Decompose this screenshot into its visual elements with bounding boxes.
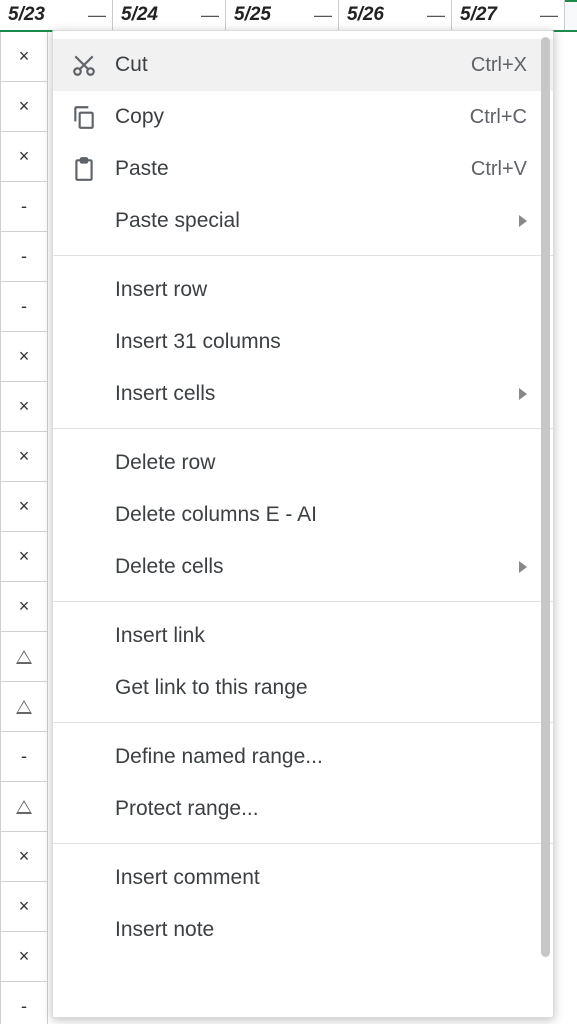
spreadsheet-cell[interactable]: × bbox=[1, 82, 47, 132]
header-date-label: 5/26 bbox=[347, 4, 384, 26]
menu-item-shortcut: Ctrl+V bbox=[471, 158, 527, 181]
spreadsheet-cell[interactable]: × bbox=[1, 482, 47, 532]
spreadsheet-cell[interactable]: × bbox=[1, 332, 47, 382]
menu-item-delete-row[interactable]: Delete row bbox=[53, 437, 553, 489]
menu-item-label: Insert comment bbox=[115, 866, 527, 890]
menu-item-label: Get link to this range bbox=[115, 676, 527, 700]
menu-item-label: Insert note bbox=[115, 918, 527, 942]
spreadsheet-cell[interactable]: - bbox=[1, 182, 47, 232]
spreadsheet-cell[interactable] bbox=[1, 682, 47, 732]
menu-item-get-link-to-this-range[interactable]: Get link to this range bbox=[53, 662, 553, 714]
menu-item-define-named-range[interactable]: Define named range... bbox=[53, 731, 553, 783]
menu-item-paste-special[interactable]: Paste special bbox=[53, 195, 553, 247]
spreadsheet-cell[interactable]: × bbox=[1, 532, 47, 582]
menu-item-delete-columns-e-ai[interactable]: Delete columns E - AI bbox=[53, 489, 553, 541]
menu-item-label: Insert cells bbox=[115, 382, 519, 406]
menu-item-label: Insert row bbox=[115, 278, 527, 302]
copy-icon bbox=[71, 104, 97, 130]
header-dash: — bbox=[88, 5, 106, 26]
menu-item-label: Paste special bbox=[115, 209, 519, 233]
menu-separator bbox=[53, 255, 553, 256]
menu-item-insert-31-columns[interactable]: Insert 31 columns bbox=[53, 316, 553, 368]
menu-item-label: Protect range... bbox=[115, 797, 527, 821]
menu-separator bbox=[53, 722, 553, 723]
menu-item-paste[interactable]: PasteCtrl+V bbox=[53, 143, 553, 195]
spreadsheet-cell[interactable]: × bbox=[1, 882, 47, 932]
header-date-cell[interactable]: 5/23 — bbox=[0, 0, 113, 30]
header-date-cell[interactable]: 5/25 — bbox=[226, 0, 339, 30]
header-date-cell[interactable]: 5/26 — bbox=[339, 0, 452, 30]
spreadsheet-cell[interactable]: × bbox=[1, 132, 47, 182]
menu-item-label: Insert 31 columns bbox=[115, 330, 527, 354]
spreadsheet-cell[interactable]: × bbox=[1, 432, 47, 482]
menu-separator bbox=[53, 601, 553, 602]
spreadsheet-cell[interactable] bbox=[1, 632, 47, 682]
menu-item-label: Paste bbox=[115, 157, 471, 181]
spreadsheet-left-column: ×××---××××××-×××--- bbox=[0, 32, 48, 1024]
cut-icon bbox=[71, 52, 115, 78]
spreadsheet-cell[interactable]: × bbox=[1, 32, 47, 82]
menu-item-shortcut: Ctrl+C bbox=[470, 106, 527, 129]
menu-separator bbox=[53, 428, 553, 429]
menu-item-label: Insert link bbox=[115, 624, 527, 648]
header-dash: — bbox=[201, 5, 219, 26]
header-dash: — bbox=[427, 5, 445, 26]
menu-item-label: Cut bbox=[115, 53, 471, 77]
spreadsheet-cell[interactable]: × bbox=[1, 932, 47, 982]
submenu-arrow-icon bbox=[519, 388, 527, 400]
menu-item-cut[interactable]: CutCtrl+X bbox=[53, 39, 553, 91]
copy-icon bbox=[71, 104, 115, 130]
context-menu-scrollbar[interactable] bbox=[541, 37, 550, 957]
spreadsheet-cell[interactable]: - bbox=[1, 282, 47, 332]
menu-item-protect-range[interactable]: Protect range... bbox=[53, 783, 553, 835]
triangle-icon bbox=[16, 700, 32, 714]
header-date-label: 5/25 bbox=[234, 4, 271, 26]
spreadsheet-cell[interactable]: - bbox=[1, 232, 47, 282]
menu-item-label: Delete cells bbox=[115, 555, 519, 579]
header-dash: — bbox=[314, 5, 332, 26]
spreadsheet-cell[interactable] bbox=[1, 782, 47, 832]
menu-item-label: Delete columns E - AI bbox=[115, 503, 527, 527]
spreadsheet-cell[interactable]: × bbox=[1, 582, 47, 632]
spreadsheet-header-row: 5/23 — 5/24 — 5/25 — 5/26 — 5/27 — bbox=[0, 0, 577, 32]
menu-item-insert-row[interactable]: Insert row bbox=[53, 264, 553, 316]
menu-item-label: Define named range... bbox=[115, 745, 527, 769]
menu-item-copy[interactable]: CopyCtrl+C bbox=[53, 91, 553, 143]
header-date-label: 5/24 bbox=[121, 4, 158, 26]
menu-item-insert-comment[interactable]: Insert comment bbox=[53, 852, 553, 904]
context-menu: CutCtrl+XCopyCtrl+CPasteCtrl+VPaste spec… bbox=[52, 30, 554, 1018]
menu-item-label: Delete row bbox=[115, 451, 527, 475]
header-date-label: 5/27 bbox=[460, 4, 497, 26]
paste-icon bbox=[71, 156, 115, 182]
cut-icon bbox=[71, 52, 97, 78]
spreadsheet-cell[interactable]: × bbox=[1, 382, 47, 432]
spreadsheet-cell[interactable]: - bbox=[1, 982, 47, 1024]
triangle-icon bbox=[16, 800, 32, 814]
triangle-icon bbox=[16, 650, 32, 664]
submenu-arrow-icon bbox=[519, 215, 527, 227]
menu-item-insert-cells[interactable]: Insert cells bbox=[53, 368, 553, 420]
header-date-cell[interactable]: 5/24 — bbox=[113, 0, 226, 30]
submenu-arrow-icon bbox=[519, 561, 527, 573]
header-date-cell[interactable]: 5/27 — bbox=[452, 0, 565, 30]
paste-icon bbox=[71, 156, 97, 182]
menu-item-insert-note[interactable]: Insert note bbox=[53, 904, 553, 956]
spreadsheet-cell[interactable]: × bbox=[1, 832, 47, 882]
spreadsheet-cell[interactable]: - bbox=[1, 732, 47, 782]
menu-item-insert-link[interactable]: Insert link bbox=[53, 610, 553, 662]
menu-item-delete-cells[interactable]: Delete cells bbox=[53, 541, 553, 593]
header-date-label: 5/23 bbox=[8, 4, 45, 26]
menu-item-label: Copy bbox=[115, 105, 470, 129]
menu-separator bbox=[53, 843, 553, 844]
header-dash: — bbox=[540, 5, 558, 26]
menu-item-shortcut: Ctrl+X bbox=[471, 54, 527, 77]
